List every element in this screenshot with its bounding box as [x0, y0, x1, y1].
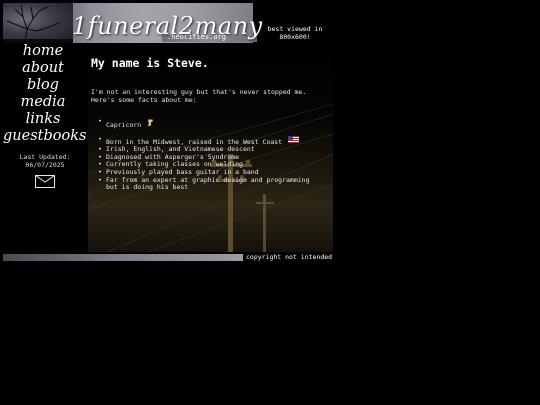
intro-line1: I'm not an interesting guy but that's ne…	[91, 88, 307, 96]
sidebar-nav: home about blog media links guestbooks	[3, 43, 86, 145]
goat-icon	[147, 118, 154, 127]
intro-line2: Here's some facts about me:	[91, 96, 197, 104]
nav-about-link[interactable]: about	[3, 60, 83, 77]
footer-bar	[3, 254, 243, 261]
nav-blog-link[interactable]: blog	[3, 77, 83, 94]
best-viewed-line1: best viewed in	[267, 25, 323, 33]
bare-tree-graphic	[3, 4, 73, 43]
intro-text: I'm not an interesting guy but that's ne…	[91, 88, 306, 104]
list-item: Far from an expert at graphic design and…	[96, 176, 310, 192]
nav-links-link[interactable]: links	[3, 111, 83, 128]
fact-text: Capricorn	[106, 121, 142, 129]
last-updated-date: 06/07/2025	[25, 161, 65, 169]
page-heading: My name is Steve.	[91, 56, 209, 70]
site-subtitle: .neocities.org	[167, 33, 227, 41]
last-updated-label: Last Updated:	[19, 153, 71, 161]
best-viewed-notice: best viewed in 800x600!	[262, 25, 328, 41]
us-flag-icon	[288, 135, 300, 143]
envelope-icon[interactable]	[35, 175, 55, 188]
last-updated: Last Updated: 06/07/2025	[3, 153, 87, 169]
nav-guestbooks-link[interactable]: guestbooks	[3, 128, 86, 145]
facts-list: Capricorn Born in the Midwest, raised in…	[96, 118, 310, 192]
best-viewed-line2: 800x600!	[279, 33, 311, 41]
list-item: Capricorn	[96, 118, 310, 130]
fact-text-line2: but is doing his best	[106, 183, 189, 192]
page-frame: 1funeral2many .neocities.org best viewed…	[0, 0, 335, 265]
copyright-text: copyright not intended	[246, 253, 333, 261]
about-content-panel: My name is Steve. I'm not an interesting…	[88, 44, 333, 252]
nav-home-link[interactable]: home	[3, 43, 83, 60]
fact-text: Previously played bass guitar in a band	[106, 167, 259, 176]
nav-media-link[interactable]: media	[3, 94, 83, 111]
